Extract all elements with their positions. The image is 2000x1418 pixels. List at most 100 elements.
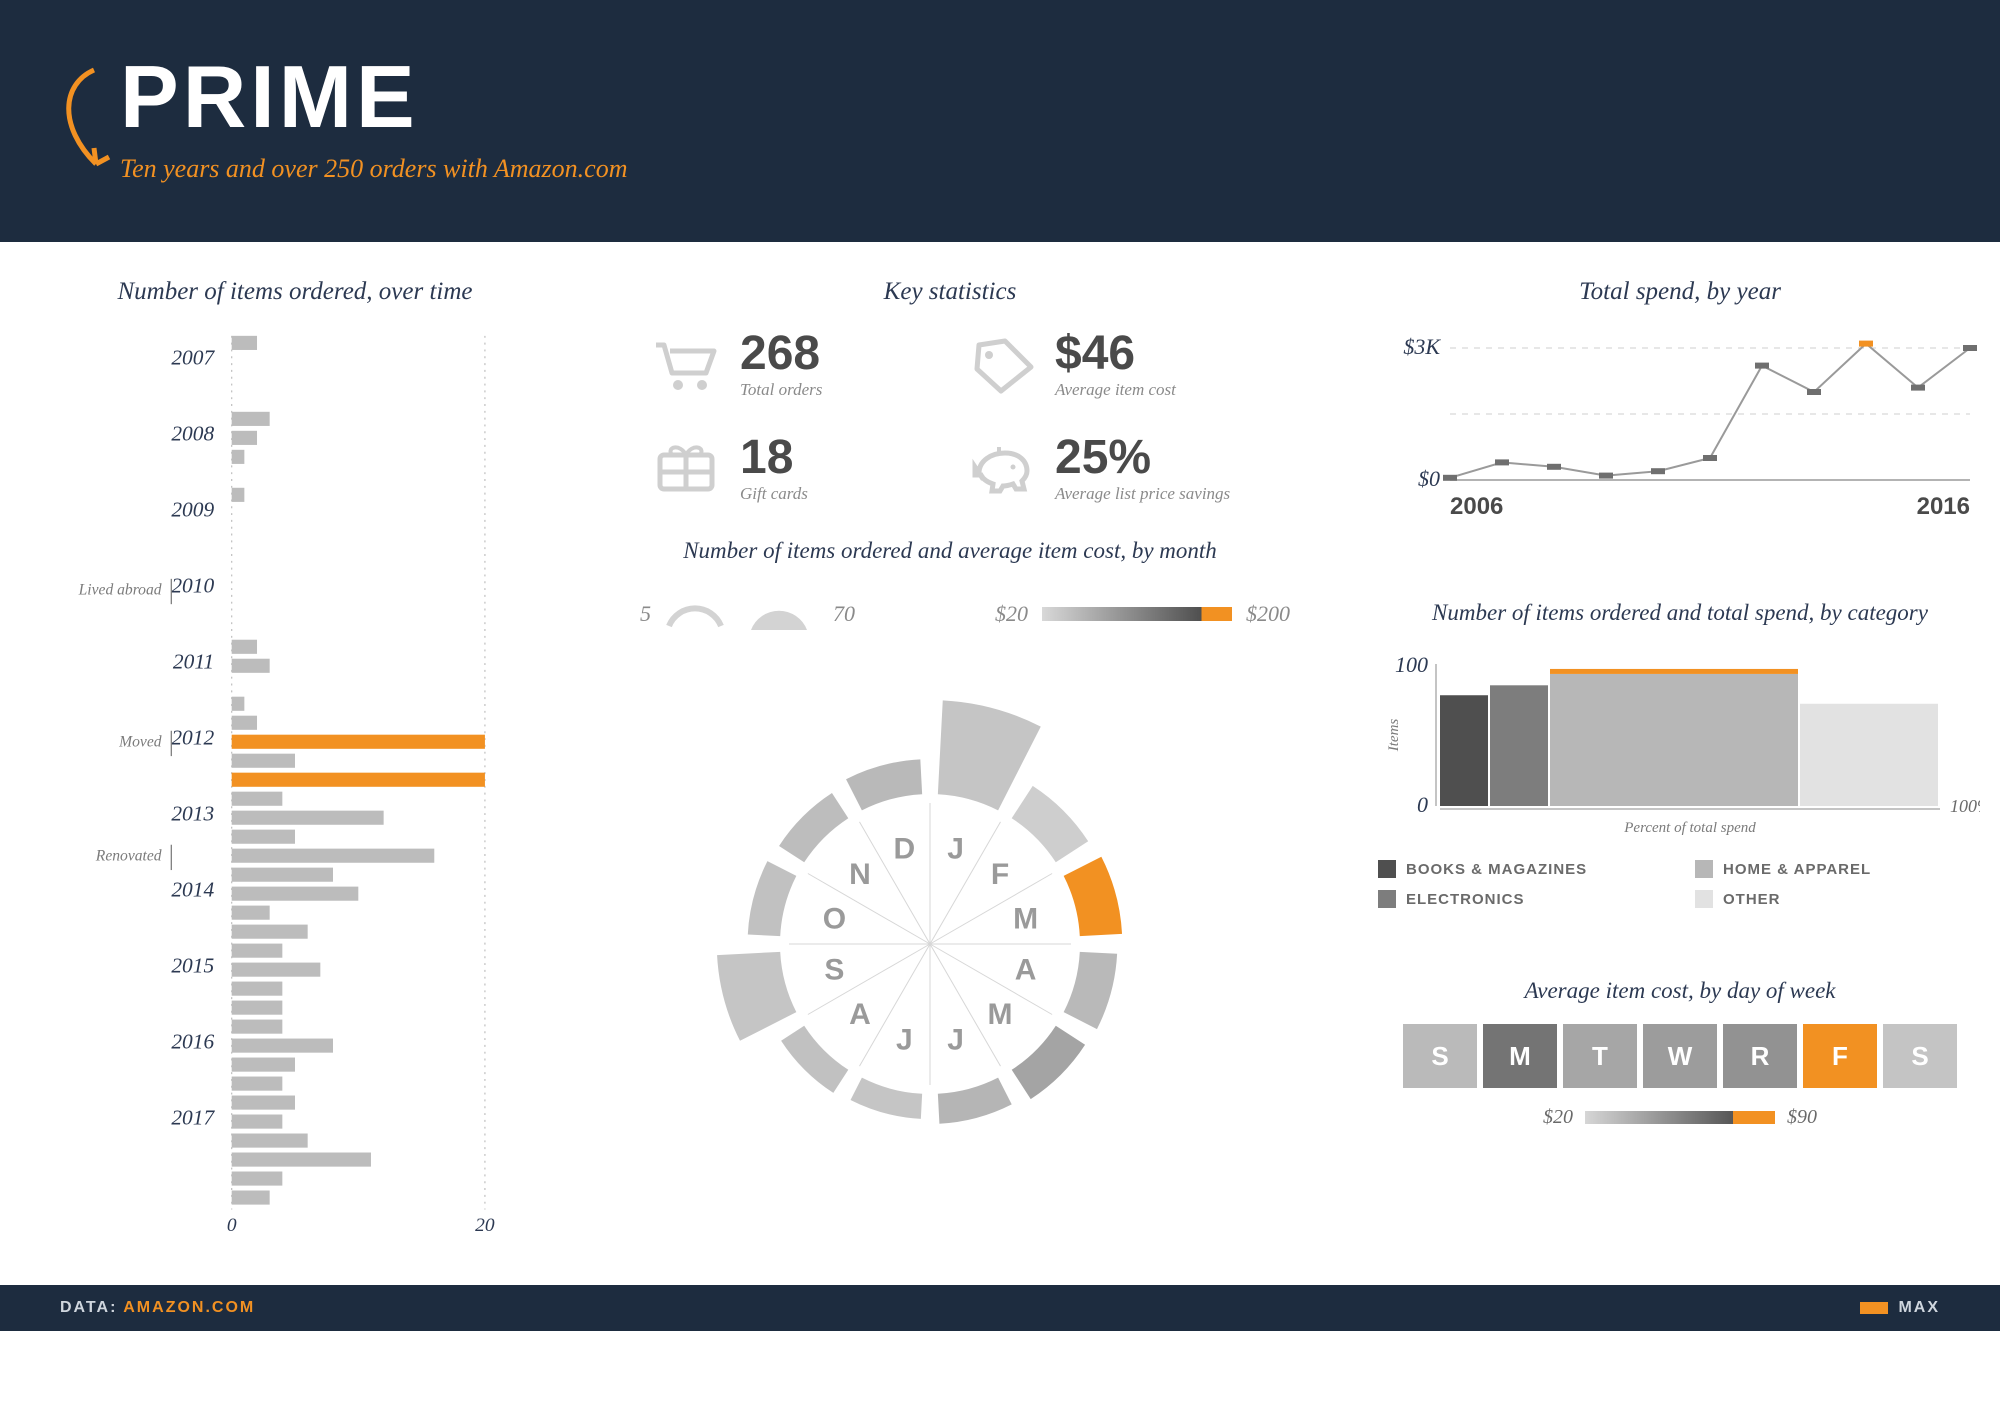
chart-radial: JFMAMJJASOND [620,654,1240,1214]
chart-spend-line: $0$3K20062016 [1370,330,1990,530]
month-label: M [988,998,1013,1031]
dow-legend: $20 $90 [1370,1106,1990,1129]
chart-day-of-week: SMTWRFS $20 $90 [1370,1024,1990,1129]
year-label: 2012 [171,725,214,749]
stat-value: $46 [1055,330,1176,378]
legend-max-key: MAX [1860,1299,1940,1317]
month-label: O [823,902,846,935]
month-label: J [896,1024,913,1057]
bar [232,830,295,844]
radial-wedge [781,1026,848,1093]
bar [232,1039,333,1053]
bar [232,1077,283,1091]
year-label: 2009 [171,498,214,522]
bar [232,412,270,426]
bar [232,982,283,996]
legend-cost: $20 $200 [995,584,1290,644]
stat-label: Total orders [740,380,822,400]
dow-cell: R [1723,1024,1797,1088]
stat-savings: 25% Average list price savings [965,434,1250,504]
svg-text:0: 0 [227,1215,237,1236]
bar [232,887,359,901]
svg-text:Percent of total spend: Percent of total spend [1623,820,1756,836]
month-label: J [947,1024,964,1057]
year-label: 2016 [171,1029,214,1053]
radial-legend: 5 70 $20 $200 [620,584,1280,644]
hero-header: PRIME Ten years and over 250 orders with… [0,0,2000,242]
svg-text:100: 100 [1395,652,1428,677]
chart-title: Total spend, by year [1370,278,1990,306]
chart-title: Average item cost, by day of week [1370,978,1990,1004]
svg-text:100%: 100% [1950,796,1980,816]
chart-title: Number of items ordered and average item… [620,538,1280,564]
annotation: Lived abroad [78,581,162,598]
bar [232,906,270,920]
bar [232,659,270,673]
radial-wedge [748,861,797,936]
dow-cell: S [1883,1024,1957,1088]
month-label: F [991,858,1009,891]
stat-avg-cost: $46 Average item cost [965,330,1250,400]
page-subtitle: Ten years and over 250 orders with Amazo… [120,154,1940,184]
year-label: 2017 [171,1105,215,1129]
legend-other: OTHER [1695,890,1982,908]
legend-size: 5 70 [640,584,855,644]
bar [232,1190,270,1204]
legend-min: 5 [640,601,651,627]
stat-value: 268 [740,330,822,378]
bar [232,1134,308,1148]
month-label: A [849,998,871,1031]
legend-max: $200 [1246,601,1290,627]
legend-home: HOME & APPAREL [1695,860,1982,878]
bar [232,697,245,711]
month-label: A [1015,954,1037,987]
chart-items-over-time: Number of items ordered, over time 20072… [60,278,530,1265]
dow-cell: S [1403,1024,1477,1088]
month-label: J [947,832,964,865]
year-label: 2010 [171,573,214,597]
radial-wedge [851,1078,923,1119]
year-label: 2015 [171,953,214,977]
stat-label: Gift cards [740,484,808,504]
stat-label: Average list price savings [1055,484,1230,504]
column-right: Total spend, by year $0$3K20062016 Numbe… [1370,278,1990,1265]
legend-elec: ELECTRONICS [1378,890,1665,908]
bar [232,963,321,977]
radial-wedge [938,700,1041,810]
radial-wedge [938,1078,1012,1124]
cart-icon [650,335,722,395]
bar [232,735,485,749]
legend-max: 70 [833,601,855,627]
stat-label: Average item cost [1055,380,1176,400]
stat-value: 18 [740,434,808,482]
dow-cell: T [1563,1024,1637,1088]
page-title: PRIME [120,46,1940,148]
bar [232,849,435,863]
chart-marimekko: 1000100%Percent of total spendItems [1370,646,1990,846]
bar [232,1172,283,1186]
piggy-icon [965,439,1037,499]
chart-title: Number of items ordered and total spend,… [1370,600,1990,626]
chart-title: Number of items ordered, over time [60,278,530,306]
column-middle: Key statistics 268 Total orders [620,278,1280,1265]
dow-cell: W [1643,1024,1717,1088]
svg-text:2006: 2006 [1450,493,1503,520]
chart-title: Key statistics [620,278,1280,306]
svg-text:$0: $0 [1418,466,1440,491]
data-source: DATA: AMAZON.COM [60,1299,255,1317]
bar [232,716,257,730]
key-stats: 268 Total orders $46 Average item cost [620,330,1280,504]
radial-wedge [779,793,848,862]
bar [232,925,308,939]
legend-min: $20 [1543,1106,1573,1129]
gift-icon [650,439,722,499]
legend-gradient [1585,1111,1775,1124]
footer: DATA: AMAZON.COM MAX [0,1285,2000,1331]
month-label: S [824,954,844,987]
bar [232,868,333,882]
swoosh-icon [44,64,114,174]
bar [232,1058,295,1072]
bar [232,1001,283,1015]
marimekko-bar [1490,685,1548,806]
bar [232,336,257,350]
